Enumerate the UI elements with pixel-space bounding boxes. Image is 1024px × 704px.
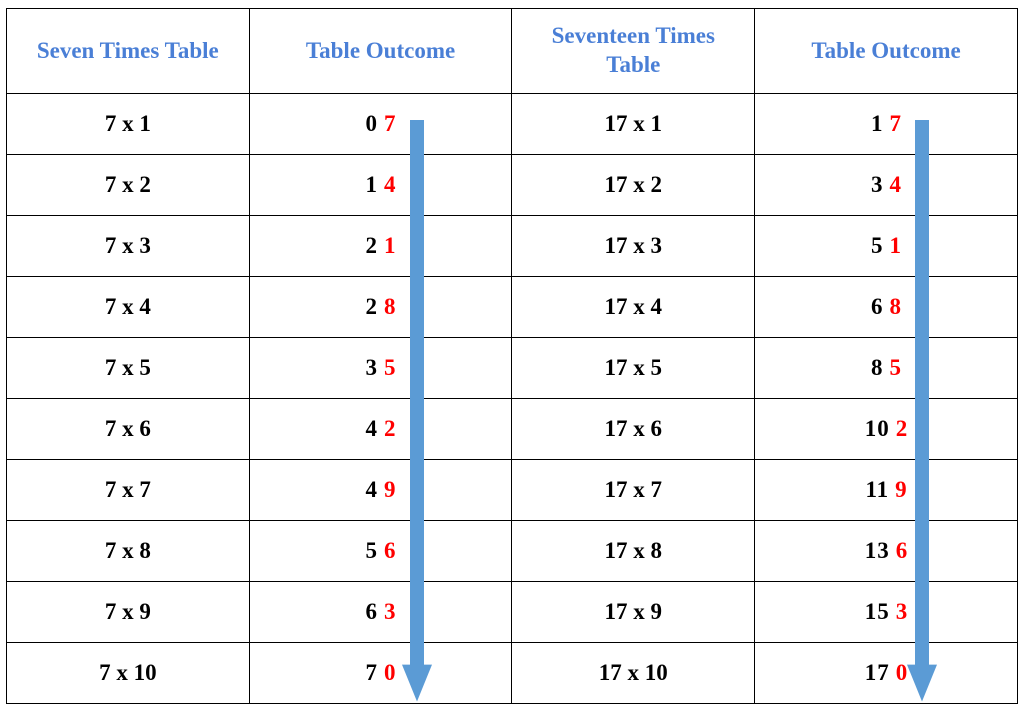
seven-expression: 7 x 5 xyxy=(7,338,250,399)
seven-outcome: 14 xyxy=(249,155,512,216)
seventeen-outcome-unit: 2 xyxy=(896,416,908,442)
seventeen-outcome: 17 xyxy=(755,94,1018,155)
seven-outcome-tens: 5 xyxy=(366,538,379,564)
seventeen-outcome-tens: 1 xyxy=(871,111,884,137)
seven-outcome-tens: 0 xyxy=(366,111,379,137)
seven-outcome-tens: 6 xyxy=(366,599,379,625)
seventeen-expression: 17 x 3 xyxy=(512,216,755,277)
seven-outcome-tens: 3 xyxy=(366,355,379,381)
seventeen-outcome-tens: 17 xyxy=(865,660,890,686)
seven-outcome: 07 xyxy=(249,94,512,155)
table-row: 7 x 32117 x 351 xyxy=(7,216,1018,277)
seven-outcome-tens: 4 xyxy=(366,416,379,442)
seven-outcome-unit: 1 xyxy=(384,233,396,259)
seven-outcome-tens: 2 xyxy=(366,294,379,320)
table-row: 7 x 64217 x 6102 xyxy=(7,399,1018,460)
seven-outcome-unit: 4 xyxy=(384,172,396,198)
seventeen-outcome-unit: 9 xyxy=(895,477,907,503)
seventeen-outcome: 119 xyxy=(755,460,1018,521)
seventeen-expression: 17 x 7 xyxy=(512,460,755,521)
header-outcome-a: Table Outcome xyxy=(249,9,512,94)
seventeen-outcome-tens: 11 xyxy=(865,477,889,503)
times-table: Seven Times Table Table Outcome Seventee… xyxy=(6,8,1018,704)
seven-outcome-unit: 6 xyxy=(384,538,396,564)
table-row: 7 x 53517 x 585 xyxy=(7,338,1018,399)
seven-outcome: 63 xyxy=(249,582,512,643)
seventeen-outcome-unit: 0 xyxy=(896,660,908,686)
seven-outcome-unit: 2 xyxy=(384,416,396,442)
seven-outcome: 49 xyxy=(249,460,512,521)
seventeen-outcome-tens: 13 xyxy=(865,538,890,564)
seven-outcome-tens: 2 xyxy=(366,233,379,259)
table-body: 7 x 10717 x 1177 x 21417 x 2347 x 32117 … xyxy=(7,94,1018,704)
seventeen-outcome-unit: 3 xyxy=(896,599,908,625)
seventeen-expression: 17 x 6 xyxy=(512,399,755,460)
seventeen-outcome-unit: 5 xyxy=(890,355,902,381)
seven-expression: 7 x 8 xyxy=(7,521,250,582)
header-row: Seven Times Table Table Outcome Seventee… xyxy=(7,9,1018,94)
seventeen-outcome-unit: 1 xyxy=(890,233,902,259)
seventeen-outcome-tens: 15 xyxy=(865,599,890,625)
table-row: 7 x 85617 x 8136 xyxy=(7,521,1018,582)
seven-outcome-unit: 9 xyxy=(384,477,396,503)
page-container: Seven Times Table Table Outcome Seventee… xyxy=(0,0,1024,699)
seven-expression: 7 x 9 xyxy=(7,582,250,643)
seven-outcome: 21 xyxy=(249,216,512,277)
header-seven: Seven Times Table xyxy=(7,9,250,94)
seven-expression: 7 x 1 xyxy=(7,94,250,155)
seventeen-outcome: 170 xyxy=(755,643,1018,704)
seventeen-expression: 17 x 1 xyxy=(512,94,755,155)
seventeen-outcome: 153 xyxy=(755,582,1018,643)
seven-outcome-tens: 7 xyxy=(366,660,379,686)
seven-outcome: 56 xyxy=(249,521,512,582)
seventeen-outcome-unit: 7 xyxy=(890,111,902,137)
seven-outcome: 70 xyxy=(249,643,512,704)
seventeen-outcome-unit: 8 xyxy=(890,294,902,320)
table-row: 7 x 74917 x 7119 xyxy=(7,460,1018,521)
seven-expression: 7 x 10 xyxy=(7,643,250,704)
seventeen-expression: 17 x 10 xyxy=(512,643,755,704)
seventeen-outcome-tens: 3 xyxy=(871,172,884,198)
header-seventeen: Seventeen TimesTable xyxy=(512,9,755,94)
seventeen-outcome: 68 xyxy=(755,277,1018,338)
seventeen-outcome-tens: 8 xyxy=(871,355,884,381)
header-outcome-b: Table Outcome xyxy=(755,9,1018,94)
table-row: 7 x 96317 x 9153 xyxy=(7,582,1018,643)
seventeen-outcome-tens: 6 xyxy=(871,294,884,320)
seven-outcome: 35 xyxy=(249,338,512,399)
seventeen-outcome: 102 xyxy=(755,399,1018,460)
seventeen-expression: 17 x 4 xyxy=(512,277,755,338)
seventeen-outcome: 136 xyxy=(755,521,1018,582)
seventeen-outcome: 51 xyxy=(755,216,1018,277)
seven-outcome: 28 xyxy=(249,277,512,338)
table-row: 7 x 42817 x 468 xyxy=(7,277,1018,338)
seven-outcome-unit: 3 xyxy=(384,599,396,625)
seven-outcome-tens: 1 xyxy=(366,172,379,198)
seven-expression: 7 x 2 xyxy=(7,155,250,216)
seven-outcome-unit: 0 xyxy=(384,660,396,686)
seventeen-outcome-unit: 4 xyxy=(890,172,902,198)
seventeen-outcome-unit: 6 xyxy=(896,538,908,564)
seven-outcome-unit: 5 xyxy=(384,355,396,381)
seven-outcome-unit: 8 xyxy=(384,294,396,320)
seventeen-expression: 17 x 8 xyxy=(512,521,755,582)
seventeen-expression: 17 x 5 xyxy=(512,338,755,399)
seventeen-outcome: 34 xyxy=(755,155,1018,216)
seven-outcome-unit: 7 xyxy=(384,111,396,137)
seventeen-outcome: 85 xyxy=(755,338,1018,399)
seven-outcome-tens: 4 xyxy=(366,477,379,503)
table-row: 7 x 10717 x 117 xyxy=(7,94,1018,155)
seventeen-expression: 17 x 9 xyxy=(512,582,755,643)
seven-expression: 7 x 3 xyxy=(7,216,250,277)
seven-expression: 7 x 6 xyxy=(7,399,250,460)
seventeen-expression: 17 x 2 xyxy=(512,155,755,216)
seventeen-outcome-tens: 5 xyxy=(871,233,884,259)
seven-expression: 7 x 4 xyxy=(7,277,250,338)
seven-expression: 7 x 7 xyxy=(7,460,250,521)
table-row: 7 x 21417 x 234 xyxy=(7,155,1018,216)
seven-outcome: 42 xyxy=(249,399,512,460)
table-row: 7 x 107017 x 10170 xyxy=(7,643,1018,704)
seventeen-outcome-tens: 10 xyxy=(865,416,890,442)
